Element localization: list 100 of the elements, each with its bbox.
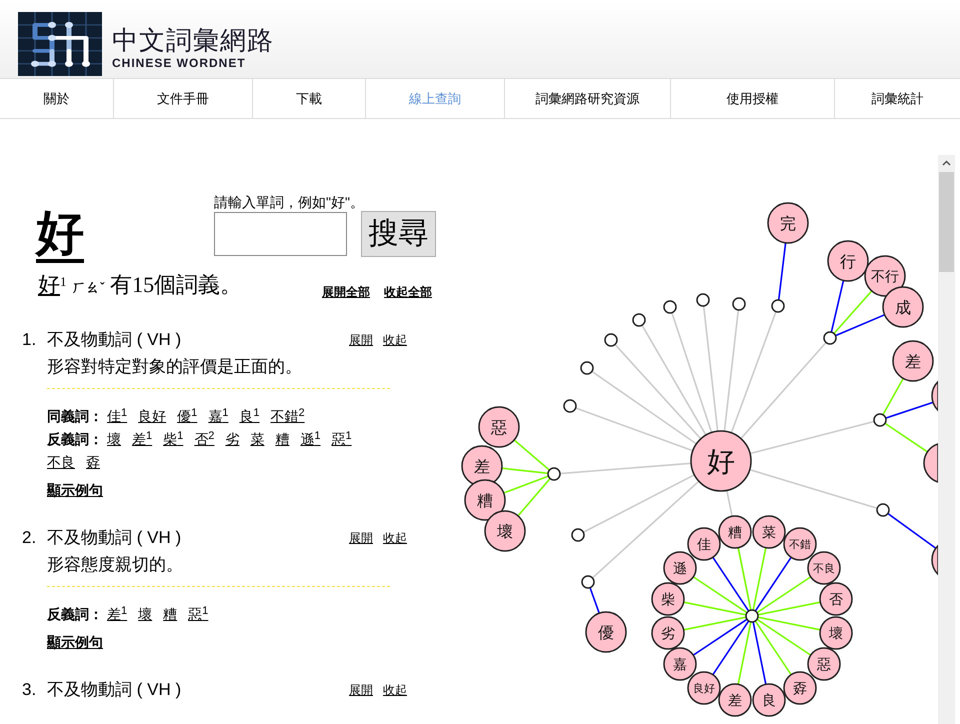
site-title: 中文詞彙網路: [112, 24, 274, 56]
sense-node[interactable]: [563, 399, 577, 413]
word-node[interactable]: 差: [892, 340, 934, 382]
word-node[interactable]: 惡: [478, 406, 520, 448]
relation-label: 反義詞：: [47, 605, 103, 624]
sense-node[interactable]: [771, 299, 785, 313]
sense-count-text: 好$^{1}$ ㄏㄠˇ 有15個詞義。: [38, 271, 244, 299]
word-link[interactable]: 糟: [163, 603, 178, 626]
word-link[interactable]: 惡$^{1}$: [188, 603, 208, 626]
sense-definition: 形容對特定對象的評價是正面的。: [47, 356, 303, 378]
scrollbar[interactable]: [938, 155, 955, 724]
word-node[interactable]: 壞: [484, 510, 526, 552]
word-node[interactable]: 成: [882, 286, 924, 328]
word-link[interactable]: 佳$^{1}$: [107, 405, 128, 428]
word-link[interactable]: 不良: [47, 451, 75, 474]
word-link[interactable]: 優$^{1}$: [177, 405, 198, 428]
sense-node[interactable]: [876, 503, 890, 517]
search-field[interactable]: [214, 212, 347, 256]
nav-tab[interactable]: 文件手冊: [113, 79, 252, 118]
word-node[interactable]: 良好: [687, 671, 721, 705]
word-link[interactable]: 壞: [138, 603, 152, 626]
word-node[interactable]: [923, 443, 938, 483]
collapse-link[interactable]: 收起: [383, 681, 407, 699]
expand-link[interactable]: 展開: [349, 529, 373, 547]
word-link[interactable]: 嘉$^{1}$: [208, 405, 228, 428]
word-node[interactable]: 不錯: [783, 527, 817, 561]
sense-number: 2.: [22, 527, 38, 549]
nav-tab[interactable]: 下載: [252, 79, 365, 118]
word-node[interactable]: 壞: [819, 616, 853, 650]
word-link[interactable]: 孬: [86, 451, 100, 474]
word-node[interactable]: 佳: [687, 527, 721, 561]
nav-tab[interactable]: 詞彙網路研究資源: [504, 79, 670, 118]
sense-node[interactable]: [571, 528, 585, 542]
word-node[interactable]: 遜: [663, 551, 697, 585]
word-node[interactable]: 惡: [807, 647, 841, 681]
word-link[interactable]: 柴$^{1}$: [163, 428, 184, 451]
nav-tab[interactable]: 關於: [0, 79, 113, 118]
expand-link[interactable]: 展開: [349, 331, 373, 349]
sense-node[interactable]: [745, 609, 759, 623]
collapse-all-link[interactable]: 收起全部: [384, 283, 432, 301]
word-node[interactable]: 完: [767, 202, 809, 244]
word-link[interactable]: 不錯$^{2}$: [270, 405, 305, 428]
relation-label: 同義詞：: [47, 407, 103, 426]
part-of-speech: 不及物動詞 ( VH ): [47, 679, 182, 701]
part-of-speech: 不及物動詞 ( VH ): [47, 527, 182, 549]
word-link[interactable]: 劣: [225, 428, 240, 451]
sense-node[interactable]: [580, 361, 594, 375]
expand-all-link[interactable]: 展開全部: [322, 283, 370, 301]
sense-node[interactable]: [632, 313, 646, 327]
word-node[interactable]: 否: [819, 582, 853, 616]
sense-number: 1.: [22, 329, 38, 351]
show-examples-link[interactable]: 顯示例句: [47, 632, 103, 653]
show-examples-link[interactable]: 顯示例句: [47, 480, 103, 501]
word-link[interactable]: 否$^{2}$: [194, 428, 214, 451]
word-link[interactable]: 壞: [107, 428, 121, 451]
headword-node[interactable]: 好: [690, 430, 752, 492]
scroll-up-icon[interactable]: [942, 160, 951, 166]
scrollbar-thumb[interactable]: [939, 172, 954, 272]
sense-node[interactable]: [547, 467, 561, 481]
relation-label: 反義詞：: [47, 430, 103, 449]
sense-node[interactable]: [581, 575, 595, 589]
sense-node[interactable]: [604, 333, 618, 347]
word-link[interactable]: 惡$^{1}$: [332, 428, 352, 451]
sense-node[interactable]: [696, 293, 710, 307]
sense-node[interactable]: [873, 413, 887, 427]
sense-definition: 形容態度親切的。: [47, 554, 184, 576]
expand-link[interactable]: 展開: [349, 681, 373, 699]
word-node[interactable]: 劣: [651, 616, 685, 650]
site-subtitle: CHINESE WORDNET: [112, 56, 247, 70]
word-link[interactable]: 良好: [138, 405, 166, 428]
collapse-link[interactable]: 收起: [383, 331, 407, 349]
search-prompt: 請輸入單詞，例如"好"。: [214, 193, 365, 211]
word-node[interactable]: 菜: [752, 515, 786, 549]
word-link[interactable]: 差$^{1}$: [132, 428, 152, 451]
word-node[interactable]: 柴: [651, 582, 685, 616]
word-link[interactable]: 糟: [275, 428, 290, 451]
collapse-link[interactable]: 收起: [383, 529, 407, 547]
sense-number: 3.: [22, 679, 38, 701]
word-node[interactable]: 良: [752, 683, 786, 717]
word-node[interactable]: 嘉: [663, 647, 697, 681]
word-link[interactable]: 菜: [250, 428, 264, 451]
word-node[interactable]: 差: [718, 683, 752, 717]
word-node[interactable]: 優: [585, 611, 627, 653]
nav-tab[interactable]: 使用授權: [670, 79, 834, 118]
logo-icon[interactable]: [18, 12, 102, 76]
headword: 好: [36, 209, 84, 263]
sense-node[interactable]: [663, 300, 677, 314]
word-node[interactable]: 孬: [783, 671, 817, 705]
word-node[interactable]: 糟: [718, 515, 752, 549]
word-node[interactable]: [931, 380, 938, 412]
word-link[interactable]: 良$^{1}$: [239, 405, 260, 428]
nav-tab[interactable]: 詞彙統計: [834, 79, 960, 118]
search-button[interactable]: 搜尋: [361, 211, 436, 257]
word-link[interactable]: 遜$^{1}$: [300, 428, 320, 451]
word-link[interactable]: 差$^{1}$: [107, 603, 128, 626]
word-node[interactable]: 不良: [807, 551, 841, 585]
word-node[interactable]: [931, 544, 938, 576]
word-node[interactable]: 行: [827, 240, 869, 282]
sense-node[interactable]: [732, 297, 746, 311]
sense-node[interactable]: [823, 331, 837, 345]
